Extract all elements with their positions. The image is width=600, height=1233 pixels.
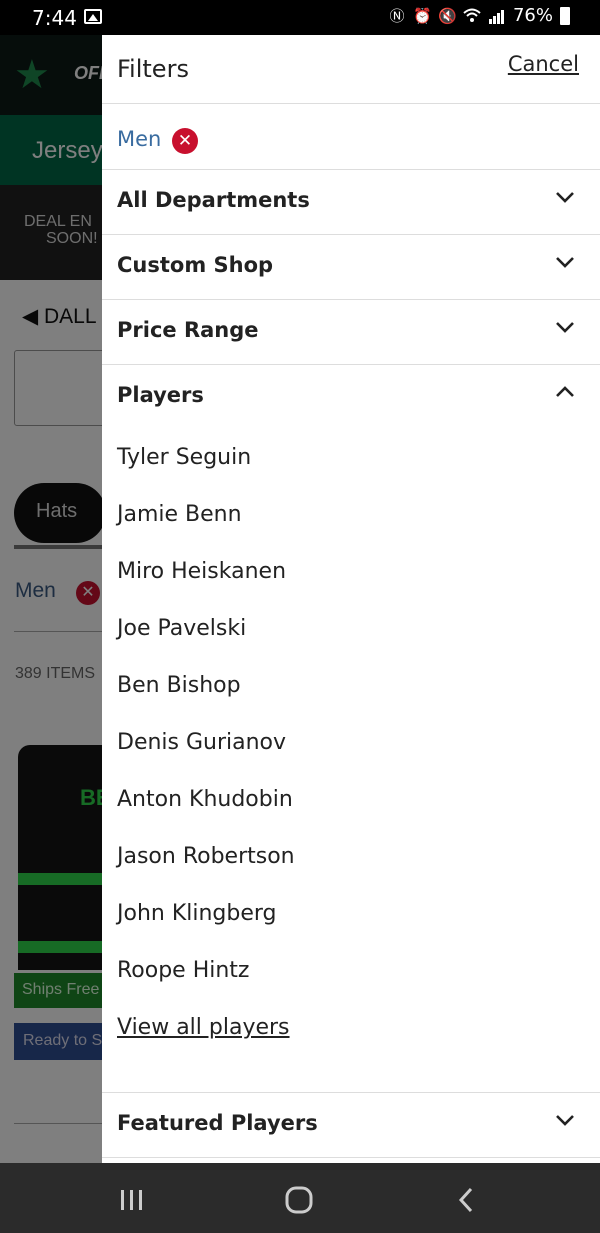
view-all-players-link[interactable]: View all players (117, 1015, 295, 1040)
home-icon[interactable] (284, 1185, 314, 1215)
panel-title: Filters (117, 55, 189, 83)
section-featured-players[interactable]: Featured Players (102, 1093, 600, 1158)
player-option[interactable]: Denis Gurianov (117, 730, 295, 787)
section-label: Players (117, 383, 204, 407)
recent-apps-icon[interactable] (117, 1185, 147, 1215)
section-label: All Departments (117, 188, 310, 212)
active-filter-label: Men (117, 127, 162, 151)
section-label: Featured Players (117, 1111, 318, 1135)
chevron-down-icon (554, 316, 576, 338)
panel-header: Filters Cancel (102, 35, 600, 104)
chevron-down-icon (554, 186, 576, 208)
player-option[interactable]: Anton Khudobin (117, 787, 295, 844)
mute-icon: 🔇 (437, 6, 457, 25)
section-label: Price Range (117, 318, 259, 342)
player-option[interactable]: Ben Bishop (117, 673, 295, 730)
filter-panel: Filters Cancel Men ✕ All Departments Cus… (102, 35, 600, 1163)
section-custom-shop[interactable]: Custom Shop (102, 235, 600, 300)
battery-percent: 76% (512, 5, 553, 26)
status-time: 7:44 (32, 6, 77, 30)
player-option[interactable]: Tyler Seguin (117, 445, 295, 502)
player-option[interactable]: John Klingberg (117, 901, 295, 958)
player-option[interactable]: Miro Heiskanen (117, 559, 295, 616)
chevron-down-icon (554, 1109, 576, 1131)
system-nav-bar (0, 1163, 600, 1233)
chevron-up-icon (554, 381, 576, 403)
section-players: Players Tyler Seguin Jamie Benn Miro Hei… (102, 365, 600, 1093)
section-price-range[interactable]: Price Range (102, 300, 600, 365)
section-all-departments[interactable]: All Departments (102, 170, 600, 235)
alarm-icon: ⏰ (412, 6, 432, 25)
status-icons: Ⓝ ⏰ 🔇 76% (388, 5, 570, 26)
signal-icon (488, 7, 506, 25)
active-filters: Men ✕ (102, 104, 600, 170)
remove-filter-icon[interactable]: ✕ (172, 128, 198, 154)
image-icon (84, 9, 102, 24)
wifi-icon (463, 7, 481, 25)
cancel-button[interactable]: Cancel (508, 52, 579, 76)
player-option[interactable]: Jamie Benn (117, 502, 295, 559)
section-label: Custom Shop (117, 253, 274, 277)
player-option[interactable]: Jason Robertson (117, 844, 295, 901)
chevron-down-icon (554, 251, 576, 273)
status-bar: 7:44 Ⓝ ⏰ 🔇 76% (0, 0, 600, 35)
battery-icon (560, 6, 570, 25)
player-list: Tyler Seguin Jamie Benn Miro Heiskanen J… (117, 445, 295, 1040)
player-option[interactable]: Roope Hintz (117, 958, 295, 1015)
player-option[interactable]: Joe Pavelski (117, 616, 295, 673)
nfc-icon: Ⓝ (389, 6, 405, 25)
players-header[interactable]: Players (102, 365, 600, 430)
back-icon[interactable] (452, 1185, 482, 1215)
